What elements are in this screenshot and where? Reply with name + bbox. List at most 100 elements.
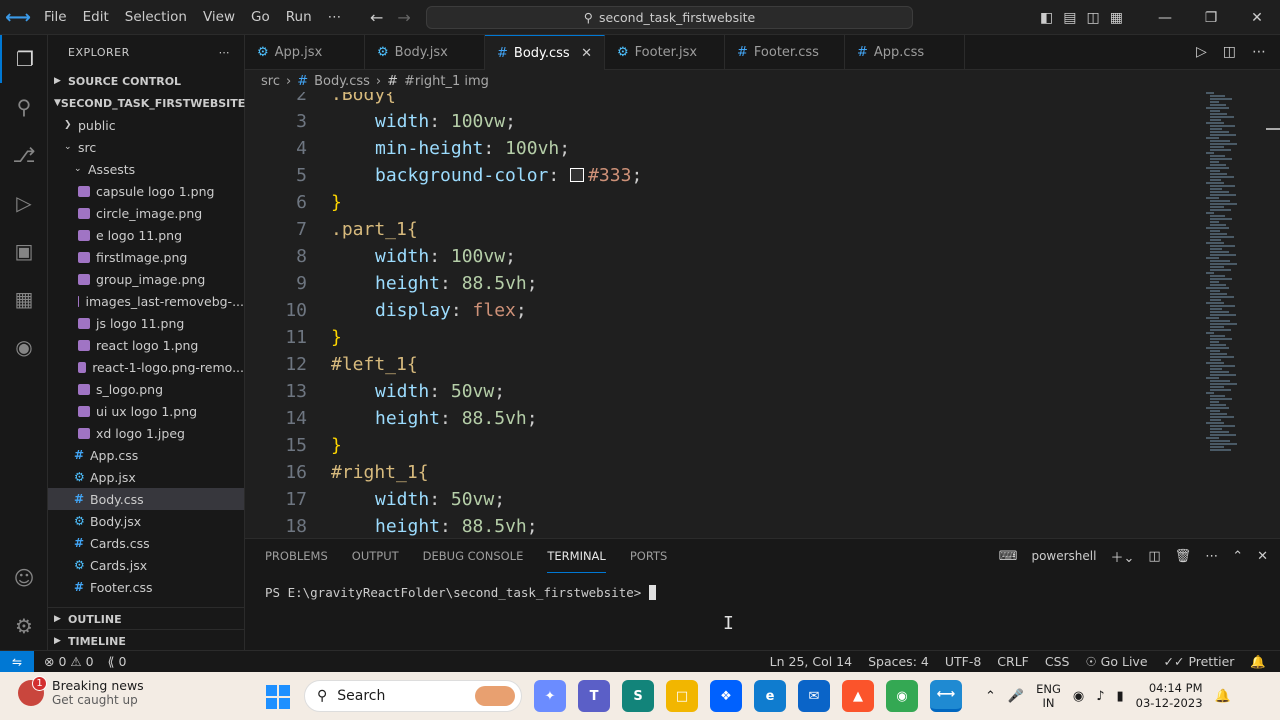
news-widget[interactable]: 1 Breaking news Get caught up <box>18 675 144 707</box>
outline-section[interactable]: ▶ OUTLINE <box>48 607 245 630</box>
prettier-button[interactable]: ✓✓ Prettier <box>1164 654 1235 670</box>
breadcrumb-folder[interactable]: src <box>261 74 280 89</box>
dropbox-icon[interactable]: ❖ <box>710 680 742 712</box>
tab-app-css[interactable]: # App.css <box>845 35 965 70</box>
encoding[interactable]: UTF-8 <box>945 654 981 670</box>
tab-footer-css[interactable]: # Footer.css <box>725 35 845 70</box>
back-arrow-icon[interactable]: ← <box>370 8 383 27</box>
folder-src[interactable]: ⌄ src <box>48 136 244 158</box>
minimize-icon[interactable]: — <box>1142 10 1188 26</box>
menu-more[interactable]: ⋯ <box>320 0 350 35</box>
menu-view[interactable]: View <box>195 0 243 35</box>
close-tab-icon[interactable]: ✕ <box>581 46 592 61</box>
explorer-icon[interactable]: ❐ <box>0 35 48 83</box>
clock[interactable]: 04:14 PM 03-12-2023 <box>1136 681 1203 711</box>
indentation[interactable]: Spaces: 4 <box>868 654 929 670</box>
github-icon[interactable]: ◉ <box>0 323 48 371</box>
remote-explorer-icon[interactable]: ▣ <box>0 227 48 275</box>
toggle-secondary-sidebar-icon[interactable]: ◫ <box>1086 10 1099 26</box>
terminal-prompt[interactable]: PS E:\gravityReactFolder\second_task_fir… <box>265 585 657 600</box>
menu-go[interactable]: Go <box>243 0 278 35</box>
more-actions-icon[interactable]: ⋯ <box>1252 44 1266 60</box>
panel-tab-problems[interactable]: PROBLEMS <box>265 540 328 572</box>
folder-public[interactable]: ❯ public <box>48 114 244 136</box>
panel-tab-debug-console[interactable]: DEBUG CONSOLE <box>423 540 524 572</box>
menu-run[interactable]: Run <box>278 0 320 35</box>
list-item[interactable]: # Body.css <box>48 488 244 510</box>
split-editor-icon[interactable]: ◫ <box>1223 44 1236 60</box>
windows-start-icon[interactable] <box>266 685 290 709</box>
color-swatch[interactable] <box>570 168 585 182</box>
list-item[interactable]: s_logo.png <box>48 378 244 400</box>
list-item[interactable]: ui ux logo 1.png <box>48 400 244 422</box>
scrollbar-thumb[interactable] <box>1266 128 1280 130</box>
notification-bell-icon[interactable]: 🔔 <box>1215 689 1231 704</box>
project-section[interactable]: ▼ SECOND_TASK_FIRSTWEBSITE <box>48 92 245 114</box>
account-icon[interactable]: ☺ <box>0 554 48 602</box>
copilot-icon[interactable]: ✦ <box>534 680 566 712</box>
minimap[interactable] <box>1206 92 1266 452</box>
remote-indicator-icon[interactable]: ⇋ <box>0 650 34 673</box>
breadcrumb-symbol[interactable]: #right_1 img <box>404 74 489 89</box>
brave-icon[interactable]: ▲ <box>842 680 874 712</box>
edge-icon[interactable]: e <box>754 680 786 712</box>
list-item[interactable]: xd logo 1.jpeg <box>48 422 244 444</box>
list-item[interactable]: e logo 11.png <box>48 224 244 246</box>
list-item[interactable]: circle_image.png <box>48 202 244 224</box>
command-center-search[interactable]: ⚲ second_task_firstwebsite <box>426 6 913 29</box>
battery-icon[interactable]: ▮ <box>1117 689 1124 704</box>
tab-body-css[interactable]: # Body.css ✕ <box>485 35 605 70</box>
new-terminal-icon[interactable]: ＋⌄ <box>1110 547 1134 566</box>
problems-indicator[interactable]: ⊗ 0 ⚠ 0 <box>44 654 94 669</box>
list-item[interactable]: ⚙ Body.jsx <box>48 510 244 532</box>
restore-icon[interactable]: ❐ <box>1188 10 1234 26</box>
close-panel-icon[interactable]: ✕ <box>1257 549 1268 564</box>
list-item[interactable]: group_image.png <box>48 268 244 290</box>
trash-icon[interactable]: 🗑 <box>1175 549 1192 564</box>
microphone-icon[interactable]: 🎤 <box>1008 689 1024 704</box>
mail-icon[interactable]: ✉ <box>798 680 830 712</box>
list-item[interactable]: # App.css <box>48 444 244 466</box>
toggle-panel-icon[interactable]: ▤ <box>1063 10 1076 26</box>
chrome-icon[interactable]: ◉ <box>886 680 918 712</box>
language-mode[interactable]: CSS <box>1045 654 1070 670</box>
gear-icon[interactable]: ⚙ <box>0 602 48 650</box>
list-item[interactable]: react logo 1.png <box>48 334 244 356</box>
list-item[interactable]: # Cards.css <box>48 532 244 554</box>
chevron-up-icon[interactable]: ⌃ <box>985 689 996 704</box>
forward-arrow-icon[interactable]: → <box>397 8 410 27</box>
file-explorer-icon[interactable]: □ <box>666 680 698 712</box>
panel-tab-output[interactable]: OUTPUT <box>352 540 399 572</box>
more-actions-icon[interactable]: ⋯ <box>1205 549 1218 564</box>
volume-icon[interactable]: ♪ <box>1096 689 1104 704</box>
menu-selection[interactable]: Selection <box>117 0 195 35</box>
source-control-icon[interactable]: ⎇ <box>0 131 48 179</box>
code-editor[interactable]: 2 .Body{3 width: 100vw; 4 min-height: 100vh;… <box>245 92 1280 538</box>
panel-tab-terminal[interactable]: TERMINAL <box>547 540 606 573</box>
list-item[interactable]: capsule logo 1.png <box>48 180 244 202</box>
run-icon[interactable]: ▷ <box>1196 44 1207 60</box>
tab-body-jsx[interactable]: ⚙ Body.jsx <box>365 35 485 70</box>
list-item[interactable]: js logo 11.png <box>48 312 244 334</box>
tab-footer-jsx[interactable]: ⚙ Footer.jsx <box>605 35 725 70</box>
list-item[interactable]: react-1-logo.png-remo... <box>48 356 244 378</box>
maximize-panel-icon[interactable]: ⌃ <box>1232 549 1243 564</box>
shell-name[interactable]: powershell <box>1031 549 1096 563</box>
tab-app-jsx[interactable]: ⚙ App.jsx <box>245 35 365 70</box>
timeline-section[interactable]: ▶ TIMELINE <box>48 629 245 652</box>
app-s-icon[interactable]: S <box>622 680 654 712</box>
menu-edit[interactable]: Edit <box>75 0 117 35</box>
language-indicator[interactable]: ENG IN <box>1036 682 1061 710</box>
customize-layout-icon[interactable]: ▦ <box>1110 10 1123 26</box>
list-item[interactable]: images_last-removebg-... <box>48 290 244 312</box>
cursor-position[interactable]: Ln 25, Col 14 <box>770 654 852 670</box>
split-terminal-icon[interactable]: ◫ <box>1148 549 1160 564</box>
ports-indicator[interactable]: ⟪ 0 <box>108 654 127 669</box>
run-debug-icon[interactable]: ▷ <box>0 179 48 227</box>
panel-tab-ports[interactable]: PORTS <box>630 540 667 572</box>
source-control-section[interactable]: ▶ SOURCE CONTROL <box>48 70 244 92</box>
close-window-icon[interactable]: ✕ <box>1234 10 1280 26</box>
go-live-button[interactable]: ☉ Go Live <box>1085 654 1147 670</box>
taskbar-search[interactable]: ⚲ Search <box>304 680 522 712</box>
more-actions-icon[interactable]: ⋯ <box>219 46 231 59</box>
